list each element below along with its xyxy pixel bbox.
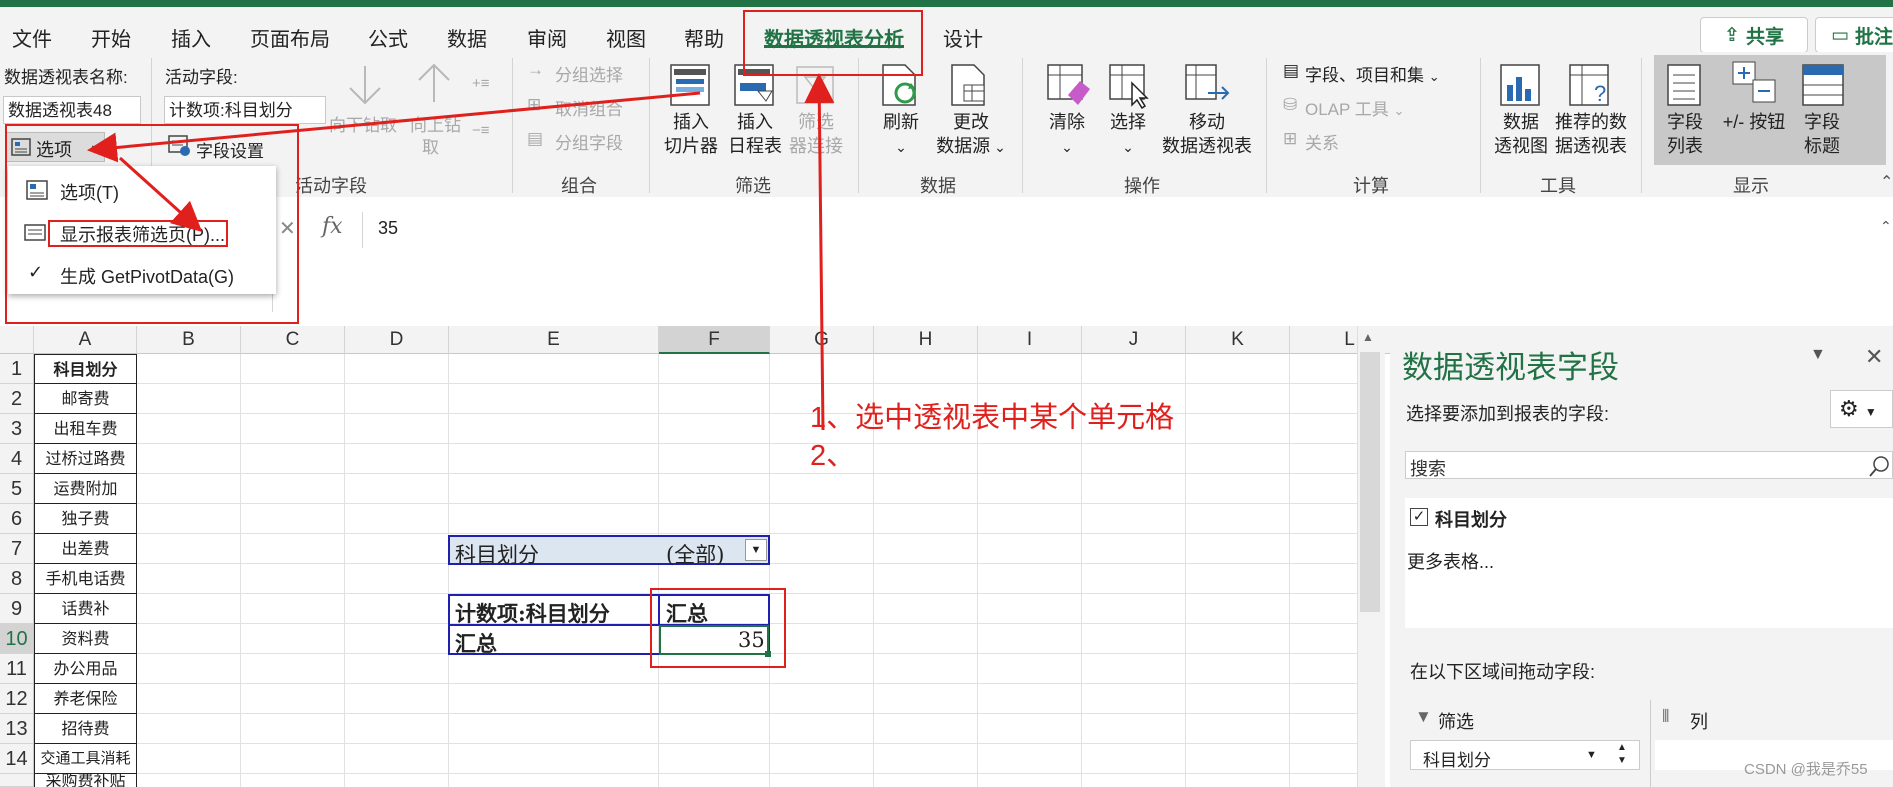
arrow-to-options (87, 91, 701, 163)
arrow-to-menu-item (118, 156, 203, 233)
annotation-arrows (87, 73, 835, 431)
arrow-to-tab (804, 73, 835, 431)
